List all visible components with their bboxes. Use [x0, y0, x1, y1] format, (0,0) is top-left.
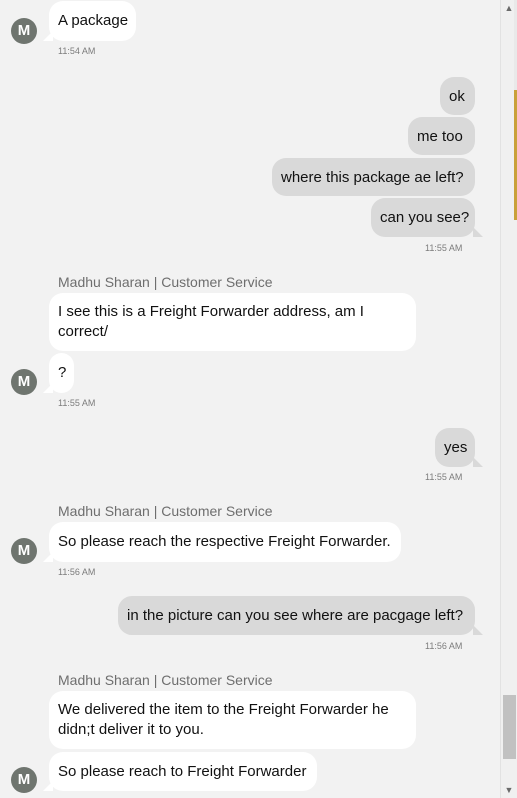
message-timestamp: 11:55 AM	[58, 398, 96, 408]
agent-avatar: M	[11, 767, 37, 793]
agent-message: A package	[43, 1, 136, 41]
user-message: where this package ae left?	[272, 158, 475, 196]
message-timestamp: 11:54 AM	[58, 46, 96, 56]
agent-message: So please reach the respective Freight F…	[43, 522, 401, 562]
user-message: in the picture can you see where are pac…	[118, 596, 483, 635]
sender-name: Madhu Sharan | Customer Service	[58, 672, 273, 688]
agent-message: ?	[43, 353, 74, 393]
agent-avatar: M	[11, 538, 37, 564]
agent-message: I see this is a Freight Forwarder addres…	[49, 293, 416, 351]
agent-avatar: M	[11, 18, 37, 44]
user-message: can you see?	[371, 198, 483, 237]
message-timestamp: 11:55 AM	[425, 243, 463, 253]
user-message: yes	[435, 428, 483, 467]
sender-name: Madhu Sharan | Customer Service	[58, 274, 273, 290]
scrollbar-thumb[interactable]	[503, 695, 516, 759]
chat-transcript: M A package 11:54 AM ok me too where thi…	[0, 0, 500, 798]
user-message: ok	[440, 77, 475, 115]
chevron-down-icon[interactable]: ▼	[501, 782, 517, 798]
agent-message: We delivered the item to the Freight For…	[49, 691, 416, 749]
message-timestamp: 11:56 AM	[425, 641, 463, 651]
sender-name: Madhu Sharan | Customer Service	[58, 503, 273, 519]
message-timestamp: 11:55 AM	[425, 472, 463, 482]
user-message: me too	[408, 117, 475, 155]
agent-message: So please reach to Freight Forwarder	[43, 752, 317, 791]
message-timestamp: 11:56 AM	[58, 567, 96, 577]
agent-avatar: M	[11, 369, 37, 395]
